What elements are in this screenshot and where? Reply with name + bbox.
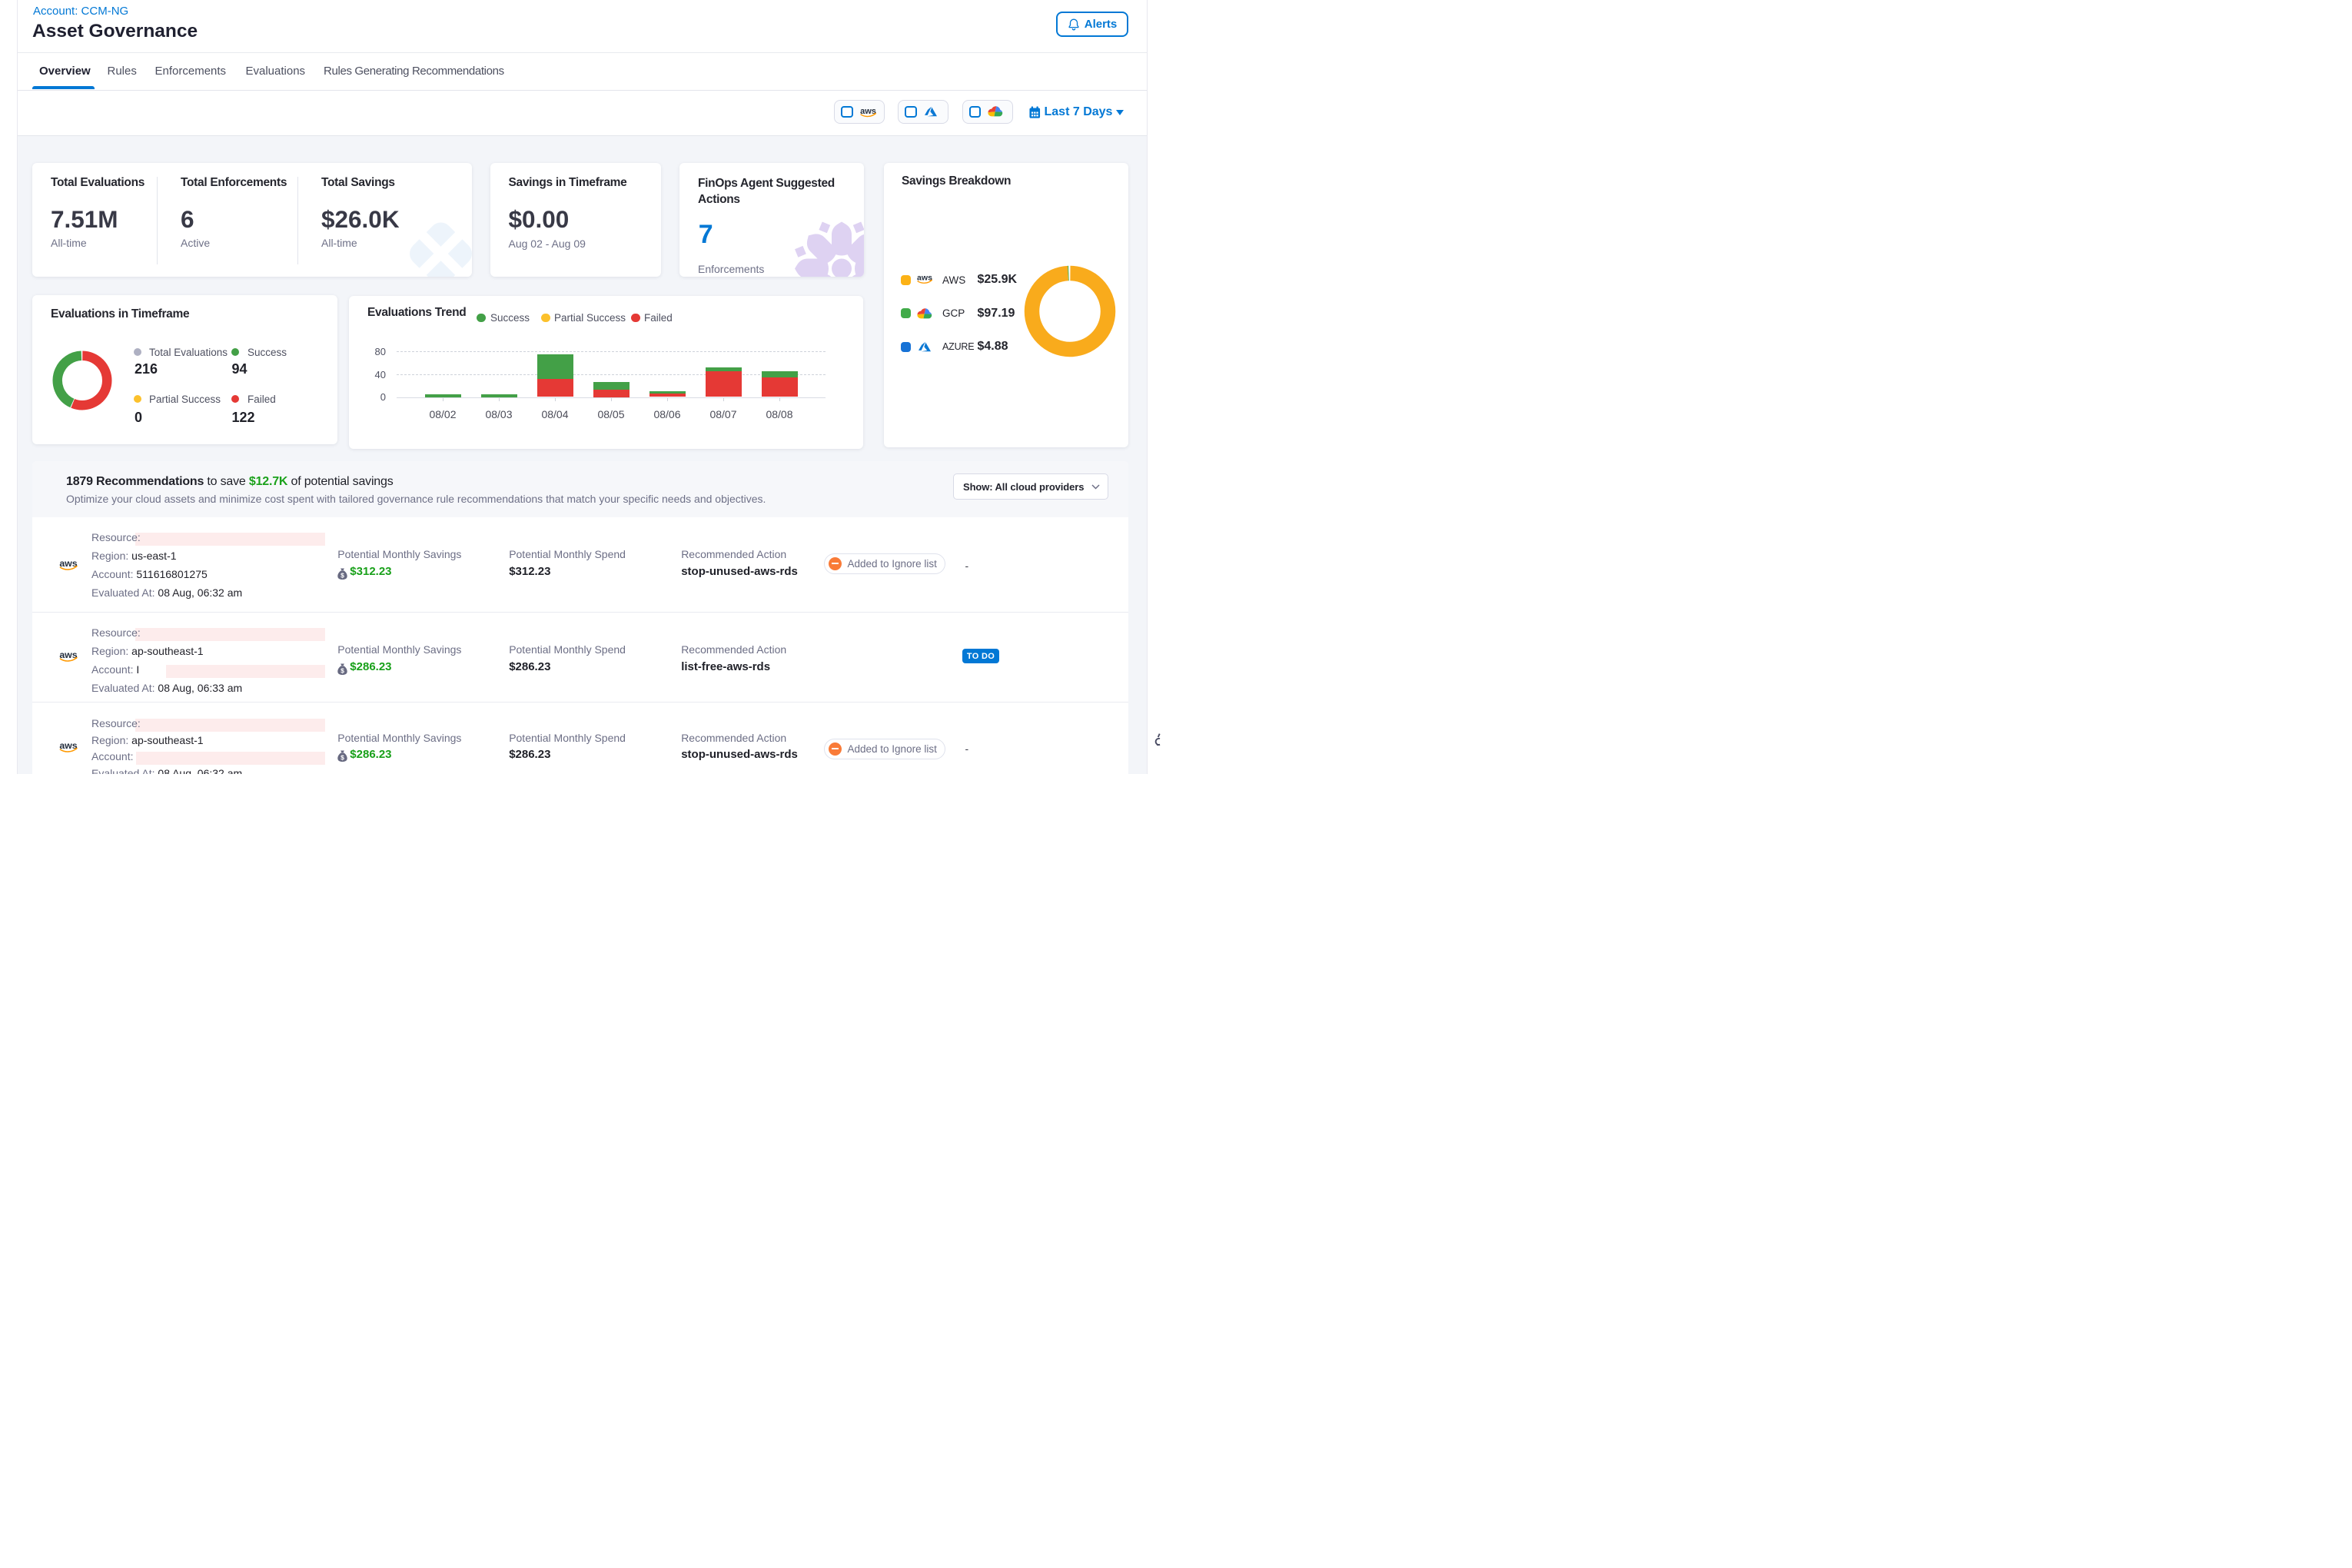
svg-text:$: $ [341, 754, 344, 762]
svg-text:$: $ [341, 667, 344, 675]
svg-text:$: $ [341, 572, 344, 580]
